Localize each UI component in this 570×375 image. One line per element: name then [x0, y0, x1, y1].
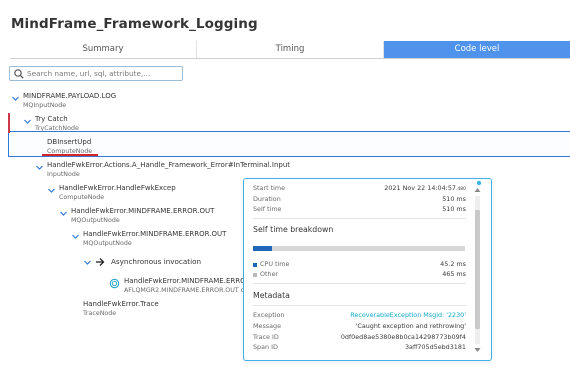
start-time-row: Start time 2021 Nov 22 14:04:57.480 [253, 184, 466, 194]
cpu-row: CPU time 45.2 ms [253, 260, 466, 269]
span-id-row: Span ID 3aff705d5ebd3181 [253, 343, 466, 352]
chevron-down-icon[interactable] [35, 163, 44, 172]
start-time-ms: .480 [455, 187, 466, 192]
tab-bar: Summary Timing Code level [10, 41, 570, 59]
arrow-right-icon [96, 258, 105, 266]
chevron-down-icon[interactable] [83, 258, 92, 267]
node-name: Try Catch [35, 115, 68, 123]
exception-link[interactable]: RecoverableException Msgid: '2230' [350, 311, 466, 320]
cpu-label: CPU time [260, 260, 290, 268]
panel-scrollbar[interactable] [472, 187, 482, 353]
self-time-bar [253, 246, 465, 251]
duration-label: Duration [253, 195, 281, 203]
cpu-legend-swatch [253, 262, 257, 267]
tree-node-payload-log[interactable]: MINDFRAME.PAYLOAD.LOG MQInputNode [11, 92, 116, 110]
span-id-value: 3aff705d5ebd3181 [404, 343, 466, 351]
node-name: HandleFwkError.MINDFRAME.ERROR.OUT [71, 207, 215, 215]
cpu-value: 45.2 ms [440, 260, 466, 268]
other-row: Other 465 ms [253, 270, 466, 279]
trace-id-label: Trace ID [253, 333, 279, 341]
node-type: MQOutputNode [71, 217, 120, 224]
node-type: MQOutputNode [83, 240, 132, 247]
exception-row: Exception RecoverableException Msgid: '2… [253, 311, 466, 320]
self-time-value: 510 ms [442, 205, 466, 213]
message-row: Message 'Caught exception and rethrowing… [253, 322, 466, 331]
search-icon [14, 68, 24, 79]
scroll-up-icon[interactable] [474, 187, 481, 193]
tab-summary[interactable]: Summary [10, 41, 197, 58]
node-name: HandleFwkError.Actions.A_Handle_Framewor… [47, 161, 291, 169]
chevron-down-icon[interactable] [23, 117, 32, 126]
exception-label: Exception [253, 311, 285, 319]
breakdown-title: Self time breakdown [253, 225, 334, 234]
chevron-down-icon[interactable] [59, 209, 68, 218]
metadata-title: Metadata [253, 291, 290, 300]
span-id-label: Span ID [253, 343, 278, 351]
tab-timing[interactable]: Timing [197, 41, 384, 58]
tree-node-async[interactable]: Asynchronous invocation [83, 257, 201, 267]
duration-row: Duration 510 ms [253, 195, 466, 204]
message-value: 'Caught exception and rethrowing' [355, 322, 466, 330]
tree-node-try-catch[interactable]: Try Catch TryCatchNode [23, 115, 79, 133]
start-time-label: Start time [253, 184, 286, 192]
other-label: Other [260, 270, 279, 278]
cpu-bar-fill [253, 246, 272, 251]
trace-id-value: 0df0ed8ae5380e8b0ca14298773b09f4 [340, 333, 466, 341]
tree-node-trace[interactable]: HandleFwkError.Trace TraceNode [83, 300, 159, 318]
self-time-label: Self time [253, 205, 282, 213]
start-time-value: 2021 Nov 22 14:04:57 [384, 184, 456, 192]
search-input[interactable] [27, 69, 182, 78]
trace-id-row: Trace ID 0df0ed8ae5380e8b0ca14298773b09f… [253, 333, 466, 342]
try-catch-marker [8, 113, 10, 133]
message-label: Message [253, 322, 282, 330]
queue-icon [109, 278, 120, 289]
other-legend-swatch [253, 272, 257, 277]
node-type: ComputeNode [47, 148, 93, 155]
chevron-down-icon[interactable] [11, 94, 20, 103]
search-box[interactable] [9, 66, 183, 81]
divider [253, 283, 466, 284]
async-invocation-label: Asynchronous invocation [111, 257, 202, 266]
node-name: HandleFwkError.Trace [83, 300, 159, 308]
scroll-thumb[interactable] [475, 210, 480, 329]
node-name: HandleFwkError.MINDFRAME.ERROR.OUT [83, 230, 227, 238]
chevron-down-icon[interactable] [47, 186, 56, 195]
node-name: HandleFwkError.HandleFwkExcep [59, 184, 176, 192]
node-name: MINDFRAME.PAYLOAD.LOG [23, 92, 117, 100]
divider [253, 305, 466, 306]
divider [253, 218, 466, 219]
duration-value: 510 ms [442, 195, 466, 203]
self-time-row: Self time 510 ms [253, 205, 466, 214]
page-title: MindFrame_Framework_Logging [11, 16, 258, 32]
pin-icon[interactable] [476, 180, 482, 186]
node-type: ComputeNode [59, 194, 105, 201]
chevron-down-icon[interactable] [71, 232, 80, 241]
tree-node-handlefwkexcep[interactable]: HandleFwkError.HandleFwkExcep ComputeNod… [47, 184, 176, 202]
tree-node-dbinsertupd[interactable]: DBInsertUpd ComputeNode [47, 138, 92, 156]
tab-code-level[interactable]: Code level [384, 41, 570, 58]
tree-node-error-out-1[interactable]: HandleFwkError.MINDFRAME.ERROR.OUT MQOut… [59, 207, 214, 225]
tree-node-input[interactable]: HandleFwkError.Actions.A_Handle_Framewor… [35, 161, 290, 179]
node-type: MQInputNode [23, 102, 67, 109]
other-value: 465 ms [442, 270, 466, 278]
node-type: TraceNode [83, 310, 117, 317]
tree-node-error-out-2[interactable]: HandleFwkError.MINDFRAME.ERROR.OUT MQOut… [71, 230, 226, 248]
node-name: DBInsertUpd [47, 138, 92, 146]
node-type: TryCatchNode [35, 125, 79, 132]
scroll-down-icon[interactable] [474, 347, 481, 353]
